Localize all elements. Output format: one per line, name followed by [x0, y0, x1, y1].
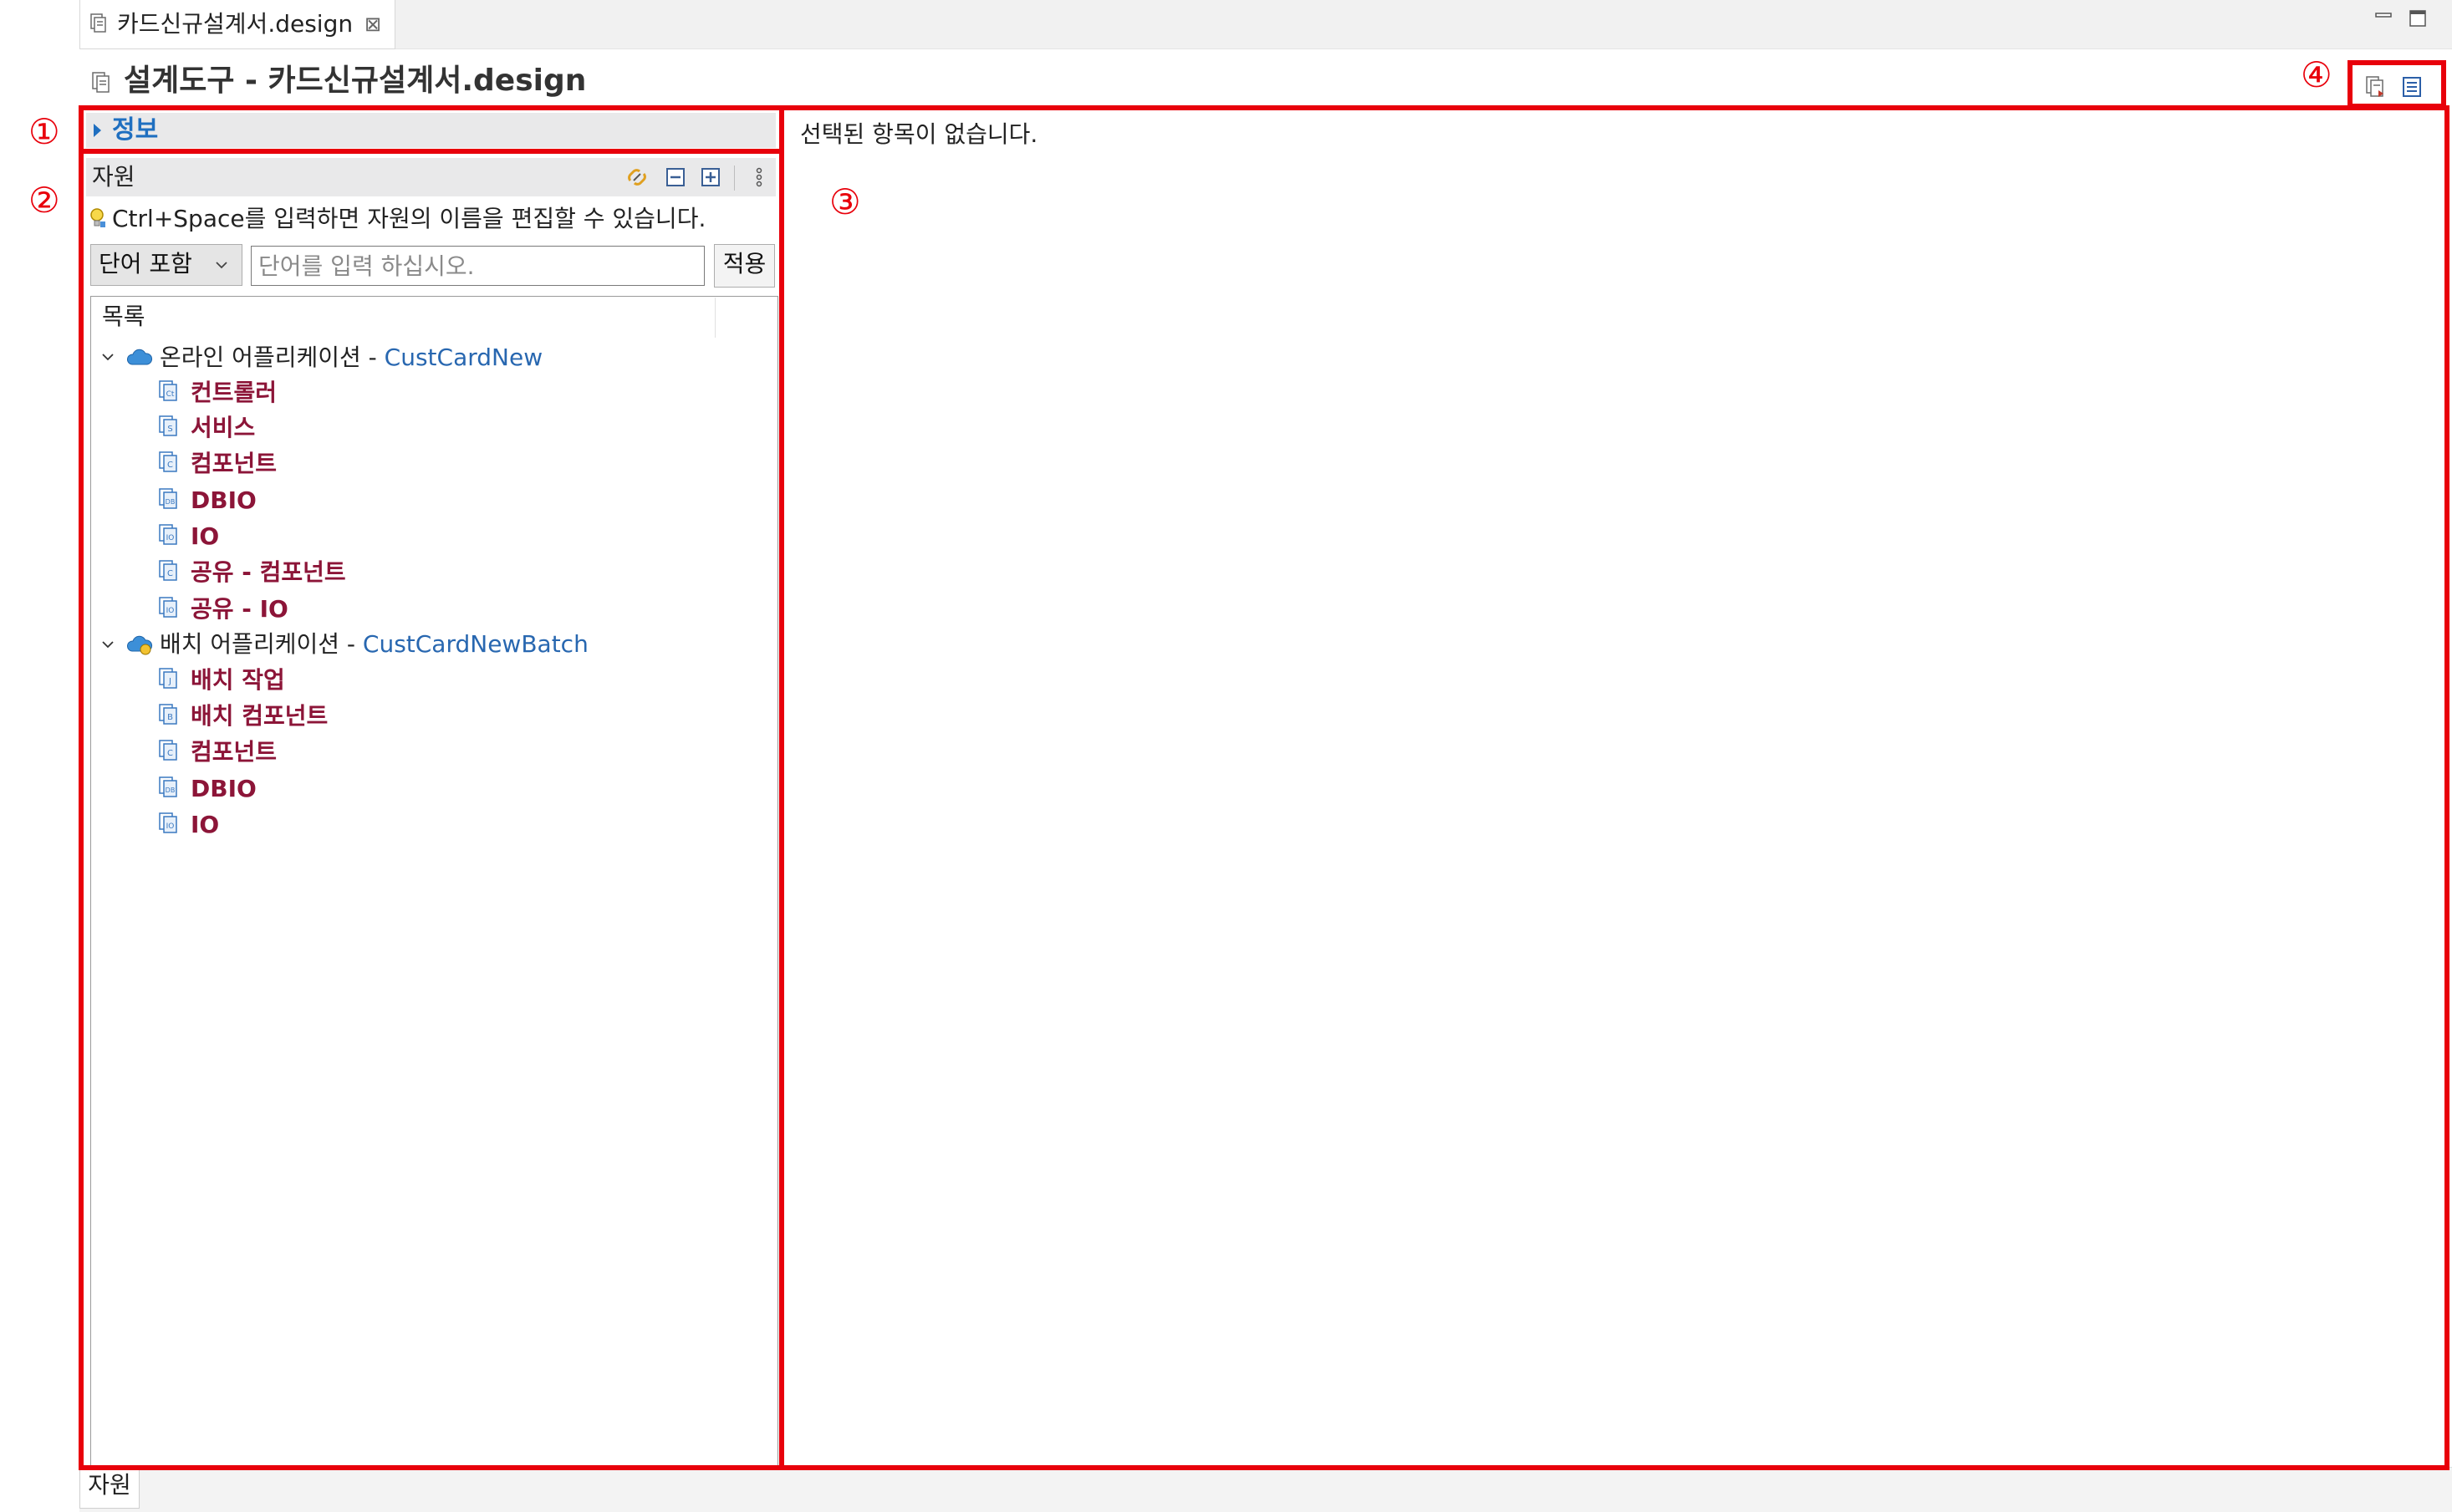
design-file-icon — [90, 13, 106, 33]
minimize-icon[interactable] — [2374, 8, 2393, 22]
tab-resources[interactable]: 자원 — [79, 1467, 140, 1509]
maximize-icon[interactable] — [2408, 8, 2428, 28]
callout-box-toolbar — [2347, 60, 2446, 109]
editor-tab-label: 카드신규설계서.design — [117, 10, 354, 38]
design-file-icon — [92, 72, 110, 93]
callout-number-1: ① — [28, 111, 60, 152]
page-title: 설계도구 - 카드신규설계서.design — [124, 64, 587, 98]
callout-number-2: ② — [28, 180, 60, 221]
callout-box-resources — [79, 149, 784, 1470]
callout-box-info — [79, 105, 784, 154]
close-icon[interactable]: ⊠ — [364, 12, 381, 37]
callout-number-3: ③ — [829, 181, 861, 222]
callout-box-detail — [779, 105, 2449, 1470]
callout-number-4: ④ — [2301, 54, 2332, 95]
editor-tab-strip — [79, 0, 2452, 49]
bottom-tab-strip — [79, 1467, 2452, 1512]
